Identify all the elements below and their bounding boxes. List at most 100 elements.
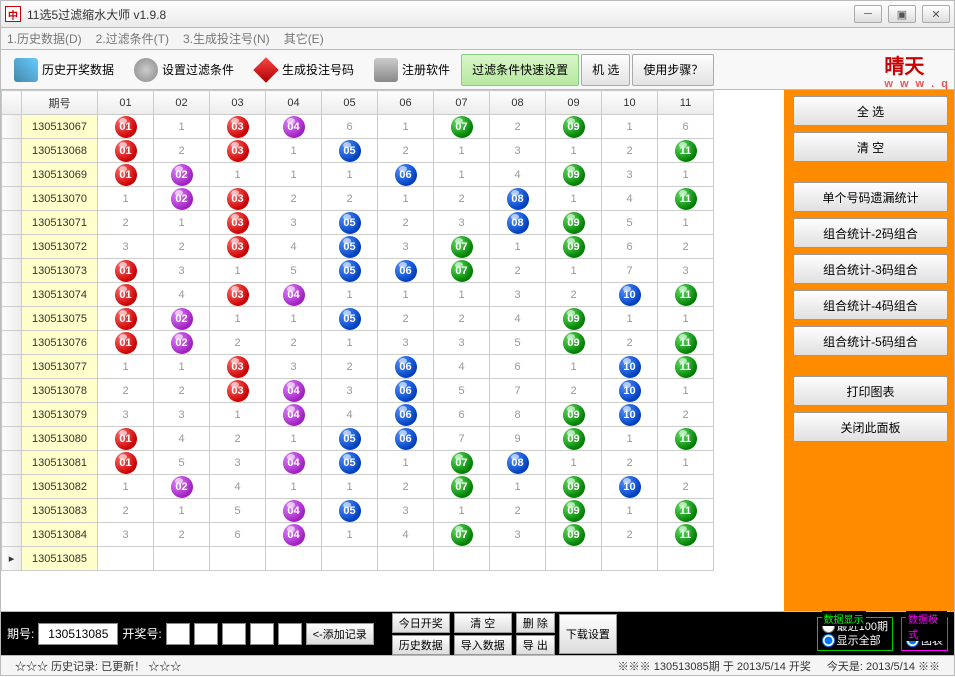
col-header-2[interactable]: 02 bbox=[154, 91, 210, 115]
issue-cell[interactable]: 130513069 bbox=[22, 163, 98, 187]
miss-cell[interactable]: 1 bbox=[658, 163, 714, 187]
miss-cell[interactable]: 1 bbox=[154, 499, 210, 523]
ball-cell[interactable]: 04 bbox=[266, 523, 322, 547]
ball-cell[interactable]: 04 bbox=[266, 499, 322, 523]
ball-cell[interactable]: 11 bbox=[658, 499, 714, 523]
miss-cell[interactable] bbox=[98, 547, 154, 571]
ball-cell[interactable]: 04 bbox=[266, 379, 322, 403]
delete-button[interactable]: 删 除 bbox=[516, 613, 555, 633]
issue-cell[interactable]: 130513071 bbox=[22, 211, 98, 235]
col-header-9[interactable]: 09 bbox=[546, 91, 602, 115]
miss-cell[interactable]: 1 bbox=[266, 427, 322, 451]
issue-cell[interactable]: 130513082 bbox=[22, 475, 98, 499]
miss-cell[interactable]: 2 bbox=[490, 499, 546, 523]
miss-cell[interactable]: 3 bbox=[98, 523, 154, 547]
ball-cell[interactable]: 11 bbox=[658, 139, 714, 163]
issue-input[interactable] bbox=[38, 623, 118, 645]
ball-cell[interactable]: 09 bbox=[546, 499, 602, 523]
miss-cell[interactable]: 1 bbox=[322, 331, 378, 355]
miss-cell[interactable]: 2 bbox=[154, 523, 210, 547]
ball-cell[interactable]: 04 bbox=[266, 403, 322, 427]
ball-cell[interactable]: 05 bbox=[322, 211, 378, 235]
col-header-5[interactable]: 05 bbox=[322, 91, 378, 115]
miss-cell[interactable]: 3 bbox=[378, 499, 434, 523]
miss-cell[interactable]: 1 bbox=[322, 523, 378, 547]
ball-cell[interactable]: 06 bbox=[378, 403, 434, 427]
ball-cell[interactable]: 10 bbox=[602, 403, 658, 427]
quick-filter-button[interactable]: 过滤条件快速设置 bbox=[461, 54, 579, 86]
miss-cell[interactable]: 1 bbox=[378, 283, 434, 307]
ball-cell[interactable]: 10 bbox=[602, 475, 658, 499]
miss-cell[interactable]: 1 bbox=[434, 139, 490, 163]
ball-cell[interactable]: 01 bbox=[98, 331, 154, 355]
miss-cell[interactable]: 7 bbox=[490, 379, 546, 403]
stat-3combo-button[interactable]: 组合统计-3码组合 bbox=[793, 254, 948, 284]
ball-cell[interactable]: 05 bbox=[322, 259, 378, 283]
miss-cell[interactable]: 1 bbox=[546, 139, 602, 163]
miss-cell[interactable]: 2 bbox=[658, 235, 714, 259]
miss-cell[interactable]: 1 bbox=[322, 163, 378, 187]
miss-cell[interactable]: 1 bbox=[490, 235, 546, 259]
miss-cell[interactable]: 4 bbox=[210, 475, 266, 499]
draw-input-5[interactable] bbox=[278, 623, 302, 645]
ball-cell[interactable]: 05 bbox=[322, 235, 378, 259]
miss-cell[interactable]: 1 bbox=[602, 115, 658, 139]
menu-generate[interactable]: 3.生成投注号(N) bbox=[183, 30, 270, 47]
row-header[interactable] bbox=[2, 379, 22, 403]
miss-cell[interactable]: 2 bbox=[378, 307, 434, 331]
col-header-11[interactable]: 11 bbox=[658, 91, 714, 115]
issue-cell[interactable]: 130513072 bbox=[22, 235, 98, 259]
ball-cell[interactable]: 09 bbox=[546, 163, 602, 187]
row-header[interactable] bbox=[2, 163, 22, 187]
miss-cell[interactable]: 4 bbox=[490, 307, 546, 331]
ball-cell[interactable]: 07 bbox=[434, 115, 490, 139]
miss-cell[interactable]: 5 bbox=[434, 379, 490, 403]
ball-cell[interactable]: 09 bbox=[546, 475, 602, 499]
stat-single-button[interactable]: 单个号码遗漏统计 bbox=[793, 182, 948, 212]
miss-cell[interactable]: 1 bbox=[266, 163, 322, 187]
miss-cell[interactable]: 2 bbox=[602, 523, 658, 547]
ball-cell[interactable]: 03 bbox=[210, 211, 266, 235]
ball-cell[interactable]: 09 bbox=[546, 115, 602, 139]
miss-cell[interactable]: 1 bbox=[658, 211, 714, 235]
draw-input-4[interactable] bbox=[250, 623, 274, 645]
miss-cell[interactable]: 1 bbox=[210, 403, 266, 427]
ball-cell[interactable]: 05 bbox=[322, 427, 378, 451]
miss-cell[interactable]: 3 bbox=[378, 331, 434, 355]
stat-2combo-button[interactable]: 组合统计-2码组合 bbox=[793, 218, 948, 248]
register-button[interactable]: 注册软件 bbox=[365, 54, 459, 86]
miss-cell[interactable]: 3 bbox=[98, 403, 154, 427]
miss-cell[interactable] bbox=[210, 547, 266, 571]
ball-cell[interactable]: 07 bbox=[434, 235, 490, 259]
miss-cell[interactable]: 1 bbox=[210, 259, 266, 283]
miss-cell[interactable]: 1 bbox=[378, 451, 434, 475]
row-header[interactable] bbox=[2, 451, 22, 475]
ball-cell[interactable]: 09 bbox=[546, 235, 602, 259]
ball-cell[interactable]: 02 bbox=[154, 163, 210, 187]
miss-cell[interactable]: 3 bbox=[322, 379, 378, 403]
miss-cell[interactable]: 2 bbox=[322, 355, 378, 379]
ball-cell[interactable]: 07 bbox=[434, 259, 490, 283]
ball-cell[interactable]: 01 bbox=[98, 259, 154, 283]
miss-cell[interactable] bbox=[546, 547, 602, 571]
miss-cell[interactable]: 5 bbox=[266, 259, 322, 283]
issue-cell[interactable]: 130513078 bbox=[22, 379, 98, 403]
print-chart-button[interactable]: 打印图表 bbox=[793, 376, 948, 406]
issue-cell[interactable]: 130513068 bbox=[22, 139, 98, 163]
miss-cell[interactable]: 2 bbox=[378, 139, 434, 163]
ball-cell[interactable]: 01 bbox=[98, 115, 154, 139]
miss-cell[interactable]: 1 bbox=[154, 355, 210, 379]
stat-5combo-button[interactable]: 组合统计-5码组合 bbox=[793, 326, 948, 356]
miss-cell[interactable]: 1 bbox=[546, 187, 602, 211]
miss-cell[interactable]: 2 bbox=[154, 235, 210, 259]
miss-cell[interactable]: 2 bbox=[658, 475, 714, 499]
miss-cell[interactable]: 1 bbox=[434, 163, 490, 187]
row-header[interactable] bbox=[2, 307, 22, 331]
miss-cell[interactable]: 5 bbox=[210, 499, 266, 523]
history-data-button[interactable]: 历史开奖数据 bbox=[5, 54, 123, 86]
miss-cell[interactable]: 1 bbox=[266, 139, 322, 163]
miss-cell[interactable]: 3 bbox=[602, 163, 658, 187]
miss-cell[interactable]: 1 bbox=[490, 475, 546, 499]
row-header[interactable] bbox=[2, 187, 22, 211]
miss-cell[interactable]: 6 bbox=[434, 403, 490, 427]
